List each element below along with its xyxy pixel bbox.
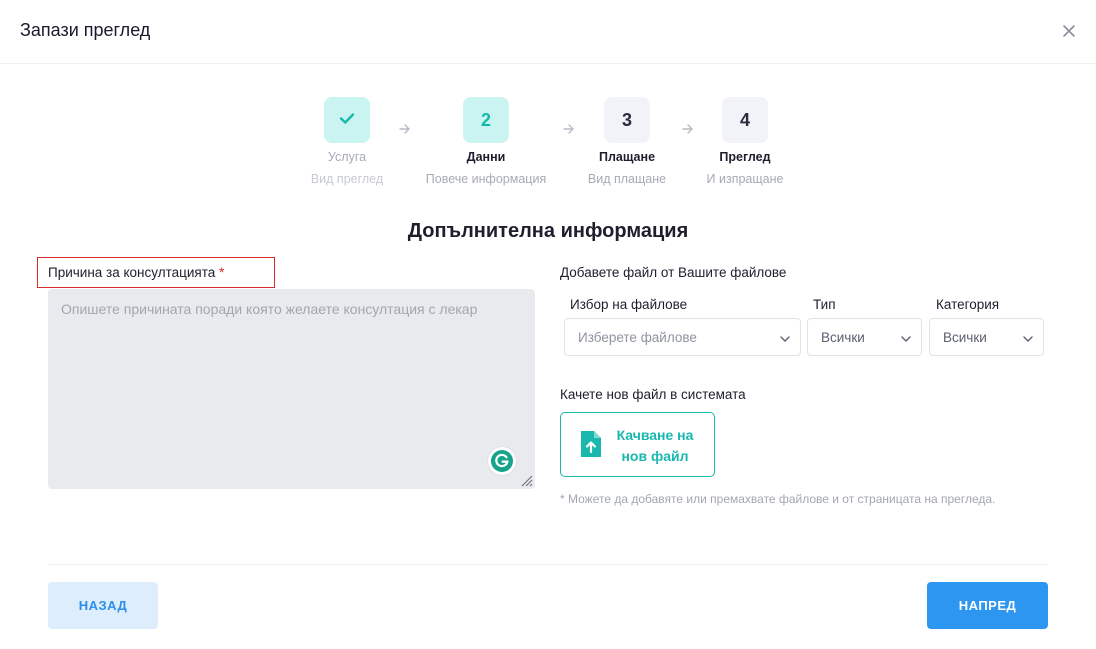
reason-label-text: Причина за консултацията <box>48 265 216 280</box>
type-select[interactable]: Всички <box>807 318 922 356</box>
category-select[interactable]: Всички <box>929 318 1044 356</box>
step-2-badge: 2 <box>463 97 509 143</box>
step-4-title: Преглед <box>719 150 771 164</box>
upload-file-button[interactable]: Качване на нов файл <box>560 412 715 477</box>
step-3-badge: 3 <box>604 97 650 143</box>
category-label: Категория <box>936 297 1000 312</box>
type-value: Всички <box>821 330 865 345</box>
chevron-right-icon <box>398 122 412 136</box>
footer-divider <box>48 564 1048 565</box>
choose-files-select[interactable]: Изберете файлове <box>564 318 801 356</box>
chevron-down-icon <box>1022 332 1034 344</box>
upload-file-label: Качване на нов файл <box>616 427 694 464</box>
resize-handle-icon[interactable] <box>519 473 533 487</box>
chevron-down-icon <box>779 332 791 344</box>
step-4-subtitle: И изпращане <box>706 172 784 186</box>
type-label: Тип <box>813 297 836 312</box>
step-1-badge <box>324 97 370 143</box>
files-note: * Можете да добавяте или премахвате файл… <box>560 492 996 506</box>
step-data[interactable]: 2 Данни Повече информация <box>411 97 561 186</box>
category-value: Всички <box>943 330 987 345</box>
step-2-subtitle: Повече информация <box>425 172 547 186</box>
section-title: Допълнителна информация <box>407 220 689 242</box>
required-mark: * <box>219 265 225 280</box>
next-button[interactable]: НАПРЕД <box>927 582 1048 629</box>
close-icon[interactable] <box>1060 22 1078 40</box>
step-1-subtitle: Вид преглед <box>310 172 384 186</box>
files-title: Добавете файл от Вашите файлове <box>560 265 787 280</box>
step-4-badge: 4 <box>722 97 768 143</box>
choose-files-value: Изберете файлове <box>578 330 697 345</box>
step-review[interactable]: 4 Преглед И изпращане <box>670 97 820 186</box>
reason-label: Причина за консултацията * <box>48 265 224 280</box>
chevron-down-icon <box>900 332 912 344</box>
step-2-title: Данни <box>466 150 506 164</box>
choose-files-label: Избор на файлове <box>570 297 688 312</box>
upload-title: Качете нов файл в системата <box>560 387 746 402</box>
grammarly-icon[interactable] <box>488 447 516 475</box>
modal-title: Запази преглед <box>20 20 151 40</box>
file-upload-icon <box>579 429 603 459</box>
check-icon <box>337 108 357 133</box>
step-1-title: Услуга <box>327 150 367 164</box>
step-service[interactable]: Услуга Вид преглед <box>272 97 422 186</box>
reason-textarea[interactable] <box>48 289 535 489</box>
back-button[interactable]: НАЗАД <box>48 582 158 629</box>
modal-header: Запази преглед <box>0 0 1096 64</box>
